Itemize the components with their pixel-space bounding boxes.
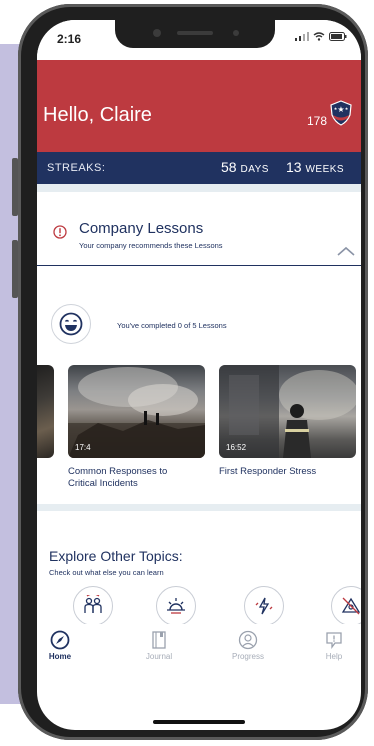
topics-title: Explore Other Topics: xyxy=(49,548,183,564)
sunrise-icon xyxy=(167,598,185,614)
badge-shield-icon[interactable]: ★ ★ ★ xyxy=(329,100,353,126)
section-divider xyxy=(37,504,361,511)
topic-lightning[interactable] xyxy=(244,586,284,626)
streak-weeks: 13 WEEKS xyxy=(286,159,344,175)
app-screen: 2:16 Hello, Claire 178 ★ ★ ★ STREAKS: 58… xyxy=(37,20,361,730)
points-count: 178 xyxy=(307,114,328,128)
svg-text:★: ★ xyxy=(334,106,338,111)
lesson-thumbnail[interactable]: 17:4 xyxy=(68,365,205,458)
lesson-thumbnail[interactable]: 16:52 xyxy=(219,365,356,458)
card-header-rule xyxy=(37,265,361,266)
tab-journal[interactable]: Journal xyxy=(134,626,184,661)
camera-icon xyxy=(153,29,161,37)
info-icon xyxy=(53,225,67,239)
progress-smiley xyxy=(51,304,91,344)
wifi-icon xyxy=(313,32,325,41)
lesson-duration: 16:52 xyxy=(226,443,247,452)
home-indicator[interactable] xyxy=(153,720,245,724)
lessons-completed-text: You've completed 0 of 5 Lessons xyxy=(117,321,227,330)
company-lessons-title: Company Lessons xyxy=(79,220,204,237)
status-icons xyxy=(295,32,347,44)
progress-icon xyxy=(238,630,258,650)
volume-button xyxy=(12,240,18,298)
help-icon xyxy=(326,632,342,649)
lesson-duration: 17:4 xyxy=(75,443,91,452)
smiley-icon xyxy=(59,312,83,336)
tab-help[interactable]: Help xyxy=(309,626,359,661)
family-icon xyxy=(84,595,102,613)
section-divider xyxy=(37,184,361,192)
topic-sunrise[interactable] xyxy=(156,586,196,626)
tab-home-label: Home xyxy=(48,652,72,661)
topics-subtitle: Check out what else you can learn xyxy=(49,568,164,577)
topic-alert[interactable] xyxy=(331,586,361,626)
tab-home[interactable]: Home xyxy=(37,626,85,661)
app-header: Hello, Claire 178 ★ ★ ★ xyxy=(37,60,361,152)
notch xyxy=(115,20,275,48)
lesson-title[interactable]: First Responder Stress xyxy=(219,466,356,478)
svg-text:★: ★ xyxy=(337,105,344,114)
chevron-up-icon[interactable] xyxy=(337,246,355,256)
signal-icon xyxy=(295,32,310,41)
speaker-icon xyxy=(177,31,213,35)
topic-family[interactable] xyxy=(73,586,113,626)
streak-days-value: 58 xyxy=(221,159,237,175)
greeting: Hello, Claire xyxy=(43,104,152,126)
company-lessons-subtitle: Your company recommends these Lessons xyxy=(79,241,223,250)
svg-text:★: ★ xyxy=(345,106,349,111)
tab-progress-label: Progress xyxy=(231,652,264,661)
tab-journal-label: Journal xyxy=(145,652,173,661)
streak-weeks-value: 13 xyxy=(286,159,302,175)
journal-icon xyxy=(152,631,166,649)
tab-progress[interactable]: Progress xyxy=(223,626,273,661)
streaks-label: STREAKS: xyxy=(47,162,106,174)
battery-icon xyxy=(329,32,347,41)
lightning-icon xyxy=(255,597,273,615)
streak-days: 58 DAYS xyxy=(221,159,269,175)
streaks-bar: STREAKS: 58 DAYS 13 WEEKS xyxy=(37,152,361,184)
mute-switch xyxy=(12,158,18,216)
lesson-card-partial[interactable] xyxy=(37,365,54,458)
alert-icon xyxy=(341,597,361,615)
status-bar: 2:16 xyxy=(37,20,361,60)
streak-weeks-unit: WEEKS xyxy=(305,164,345,175)
streak-days-unit: DAYS xyxy=(240,164,269,175)
status-time: 2:16 xyxy=(57,32,82,46)
lesson-title[interactable]: Common Responses to Critical Incidents xyxy=(68,466,198,490)
sensor-icon xyxy=(233,30,239,36)
tab-help-label: Help xyxy=(325,652,343,661)
compass-icon xyxy=(50,630,70,650)
